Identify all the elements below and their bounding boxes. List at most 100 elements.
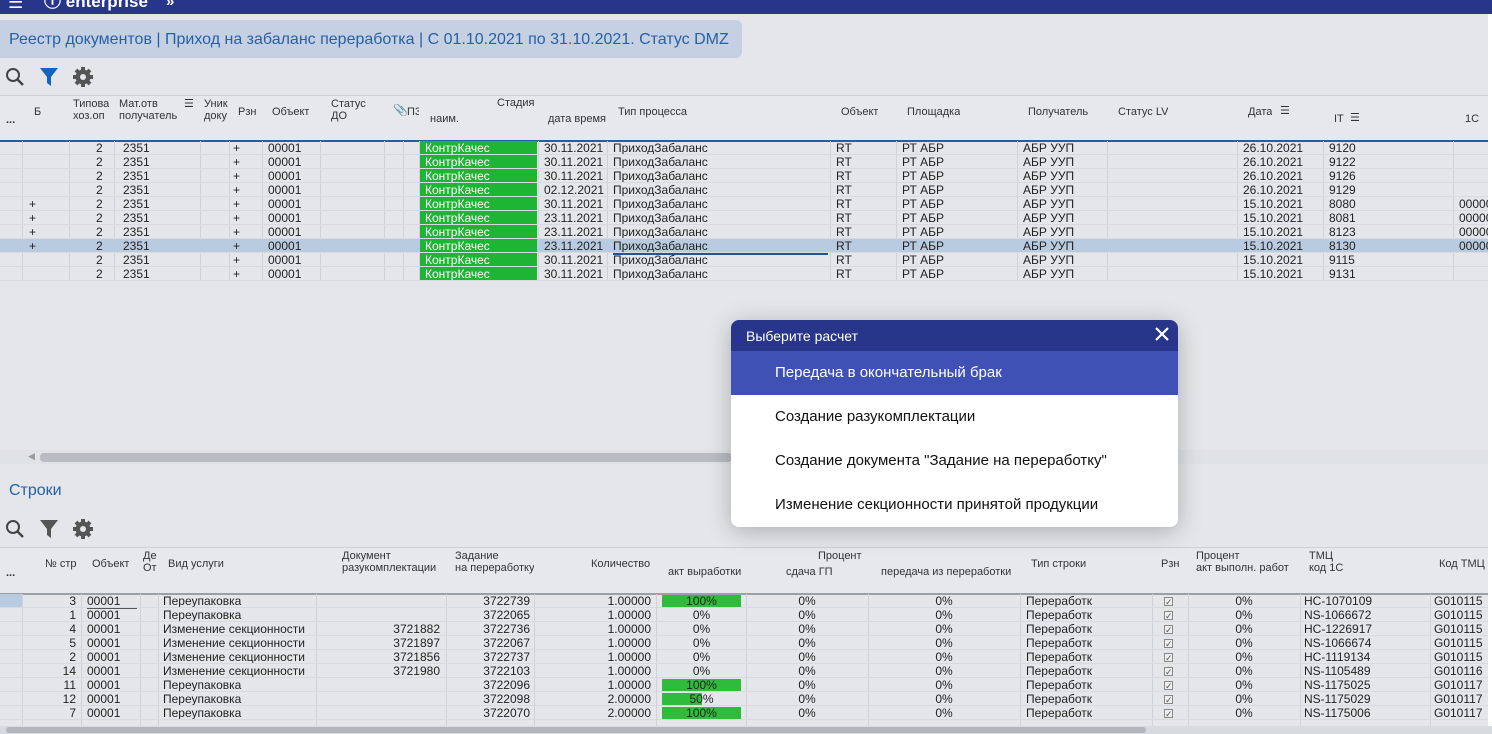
col-status-lv[interactable]: Статус LV — [1118, 106, 1168, 118]
col-tip-stroki[interactable]: Тип строки — [1031, 558, 1086, 570]
settings-icon[interactable] — [72, 66, 96, 90]
col-b[interactable]: Б — [34, 106, 41, 118]
col-doc[interactable]: Документ разукомплектации — [342, 550, 436, 574]
double-chevron-icon[interactable]: » — [166, 0, 174, 10]
table-row[interactable]: 5 00001 Изменение секционности 3721897 37220… — [0, 636, 1488, 650]
cell-doc: 3721856 — [393, 650, 440, 664]
col-date-time[interactable]: дата время — [548, 113, 606, 125]
col-obj[interactable]: Объект — [92, 558, 129, 570]
col-peredacha[interactable]: передача из переработки — [881, 566, 1011, 578]
col-kod-tmc[interactable]: Код ТМЦ — [1439, 558, 1485, 570]
cell-sdacha: 0% — [798, 636, 816, 650]
col-sdacha[interactable]: сдача ГП — [786, 566, 833, 578]
akt-bar: 100% — [662, 678, 741, 692]
menu-icon[interactable]: ☰ — [8, 0, 23, 11]
table-row[interactable]: +2 2351 +00001 КонтрКачес 23.11.2021 ПриходЗа… — [0, 239, 1488, 255]
sort-icon[interactable]: ☰ — [184, 98, 198, 110]
table-row[interactable]: 4 00001 Изменение секционности 3721882 37227… — [0, 622, 1488, 636]
col-naim[interactable]: наим. — [430, 113, 459, 125]
filter-icon[interactable] — [38, 518, 62, 542]
col-mat[interactable]: Мат.отв получатель — [119, 98, 177, 122]
rzn-checkbox[interactable]: ✓ — [1164, 709, 1173, 719]
rzn-checkbox[interactable]: ✓ — [1164, 695, 1173, 705]
scrollbar-thumb[interactable] — [40, 453, 732, 462]
rzn-checkbox[interactable]: ✓ — [1164, 681, 1173, 691]
rzn-checkbox[interactable]: ✓ — [1164, 639, 1173, 649]
menu-item-change-sectioning[interactable]: Изменение секционности принятой продукци… — [731, 483, 1178, 527]
cell-zad: 3722736 — [483, 622, 530, 636]
cell-ploshadka: РТ АБР — [902, 239, 945, 253]
col-poluchatel[interactable]: Получатель — [1028, 106, 1088, 118]
cell-nstr: 4 — [69, 622, 76, 636]
scroll-left-icon[interactable]: ◀ — [28, 451, 35, 462]
table-row[interactable]: 11 00001 Переупаковка 3722096 1.00000 100% 0% 0… — [0, 678, 1488, 692]
col-vid[interactable]: Вид услуги — [168, 558, 224, 570]
settings-icon[interactable] — [72, 518, 96, 542]
cell-poluchatel: АБР УУП — [1023, 169, 1075, 183]
col-pz[interactable]: П3 — [407, 106, 419, 118]
rzn-checkbox[interactable]: ✓ — [1164, 653, 1173, 663]
table-row[interactable]: +2 2351 +00001 КонтрКачес 23.11.2021 ПриходЗа… — [0, 225, 1488, 239]
col-it[interactable]: IT — [1334, 113, 1344, 125]
cell-process: ПриходЗабаланс — [613, 141, 708, 155]
table-row[interactable]: 1 00001 Переупаковка 3722065 1.00000 0% 0% 0% Пе… — [0, 608, 1488, 622]
col-procent[interactable]: Процент — [818, 550, 862, 562]
sort-icon[interactable]: ☰ — [1280, 105, 1294, 117]
col-zad[interactable]: Задание на переработку — [455, 550, 534, 574]
col-kol[interactable]: Количество — [591, 558, 650, 570]
col-status-do[interactable]: Статус ДО — [331, 98, 366, 122]
table-row[interactable]: 2 2351 +00001 КонтрКачес 30.11.2021 ПриходЗаб… — [0, 267, 1488, 281]
col-proc-akt[interactable]: Процент акт выполн. работ — [1196, 550, 1289, 574]
col-rzn[interactable]: Рзн — [1161, 558, 1179, 570]
search-icon[interactable] — [4, 66, 28, 90]
cell-1c: 00000 — [1459, 211, 1488, 225]
rzn-checkbox[interactable]: ✓ — [1164, 625, 1173, 635]
table-row[interactable]: 2 2351 +00001 КонтрКачес 30.11.2021 ПриходЗаб… — [0, 141, 1488, 155]
col-rzn[interactable]: Рзн — [238, 106, 256, 118]
table-row[interactable]: 2 2351 +00001 КонтрКачес 30.11.2021 ПриходЗаб… — [0, 155, 1488, 169]
table-row[interactable]: 2 2351 +00001 КонтрКачес 30.11.2021 ПриходЗаб… — [0, 169, 1488, 183]
menu-item-create-disassembly[interactable]: Создание разукомплектации — [731, 395, 1178, 439]
col-ploshadka[interactable]: Площадка — [907, 106, 960, 118]
col-tmc[interactable]: ТМЦ код 1С — [1309, 550, 1343, 574]
cell-mat: 2351 — [123, 253, 150, 267]
table-row[interactable]: +2 2351 +00001 КонтрКачес 23.11.2021 ПриходЗа… — [0, 211, 1488, 225]
rzn-checkbox[interactable]: ✓ — [1164, 597, 1173, 607]
search-icon[interactable] — [4, 518, 28, 542]
rzn-checkbox[interactable]: ✓ — [1164, 611, 1173, 621]
table-row[interactable]: 12 00001 Переупаковка 3722098 2.00000 50% 0% 0%… — [0, 692, 1488, 706]
col-tipovaya[interactable]: Типова хоз.оп — [73, 98, 109, 122]
table-row[interactable]: 2 2351 +00001 КонтрКачес 02.12.2021 ПриходЗаб… — [0, 183, 1488, 197]
col-akt[interactable]: акт выработки — [668, 566, 741, 578]
lines-horizontal-scrollbar[interactable] — [0, 726, 1492, 734]
column-menu-button[interactable]: ... — [6, 114, 15, 126]
menu-item-create-processing-task[interactable]: Создание документа "Задание на переработ… — [731, 439, 1178, 483]
table-row[interactable]: 14 00001 Изменение секционности 3721980 3722… — [0, 664, 1488, 678]
cell-peredacha: 0% — [935, 608, 953, 622]
filter-icon[interactable] — [38, 66, 62, 90]
col-data[interactable]: Дата — [1248, 106, 1272, 118]
col-de[interactable]: Де От — [143, 550, 157, 574]
table-row[interactable]: 2 00001 Изменение секционности 3721856 37227… — [0, 650, 1488, 664]
sort-icon[interactable]: ☰ — [1350, 112, 1364, 124]
table-row[interactable]: 3 00001 Переупаковка 3722739 1.00000 100% 0% 0%… — [0, 594, 1488, 609]
col-unik[interactable]: Уник доку — [204, 98, 228, 122]
table-row[interactable]: +2 2351 +00001 КонтрКачес 30.11.2021 ПриходЗа… — [0, 197, 1488, 211]
column-menu-button[interactable]: ... — [6, 567, 15, 579]
table-row[interactable]: 7 00001 Переупаковка 3722070 2.00000 100% 0% 0%… — [0, 706, 1488, 720]
col-nstr[interactable]: № стр — [45, 558, 77, 570]
col-obj[interactable]: Объект — [272, 106, 309, 118]
rzn-checkbox[interactable]: ✓ — [1164, 667, 1173, 677]
col-stadiya[interactable]: Стадия — [497, 97, 535, 109]
cell-kod-tmc: G010115 — [1434, 622, 1483, 636]
menu-item-defect-transfer[interactable]: Передача в окончательный брак — [731, 351, 1178, 395]
col-obekt2[interactable]: Объект — [841, 106, 878, 118]
col-1c[interactable]: 1С — [1465, 113, 1479, 125]
documents-grid-header: ... Б Типова хоз.оп Мат.отв получатель ☰… — [0, 95, 1488, 142]
cell-tmc: NS-1105489 — [1304, 664, 1371, 678]
close-icon[interactable] — [1153, 325, 1171, 343]
scrollbar-thumb[interactable] — [6, 727, 1146, 733]
col-tip-processa[interactable]: Тип процесса — [618, 106, 687, 118]
cell-zad: 3722070 — [483, 706, 530, 720]
table-row[interactable]: 2 2351 +00001 КонтрКачес 30.11.2021 ПриходЗаб… — [0, 253, 1488, 267]
